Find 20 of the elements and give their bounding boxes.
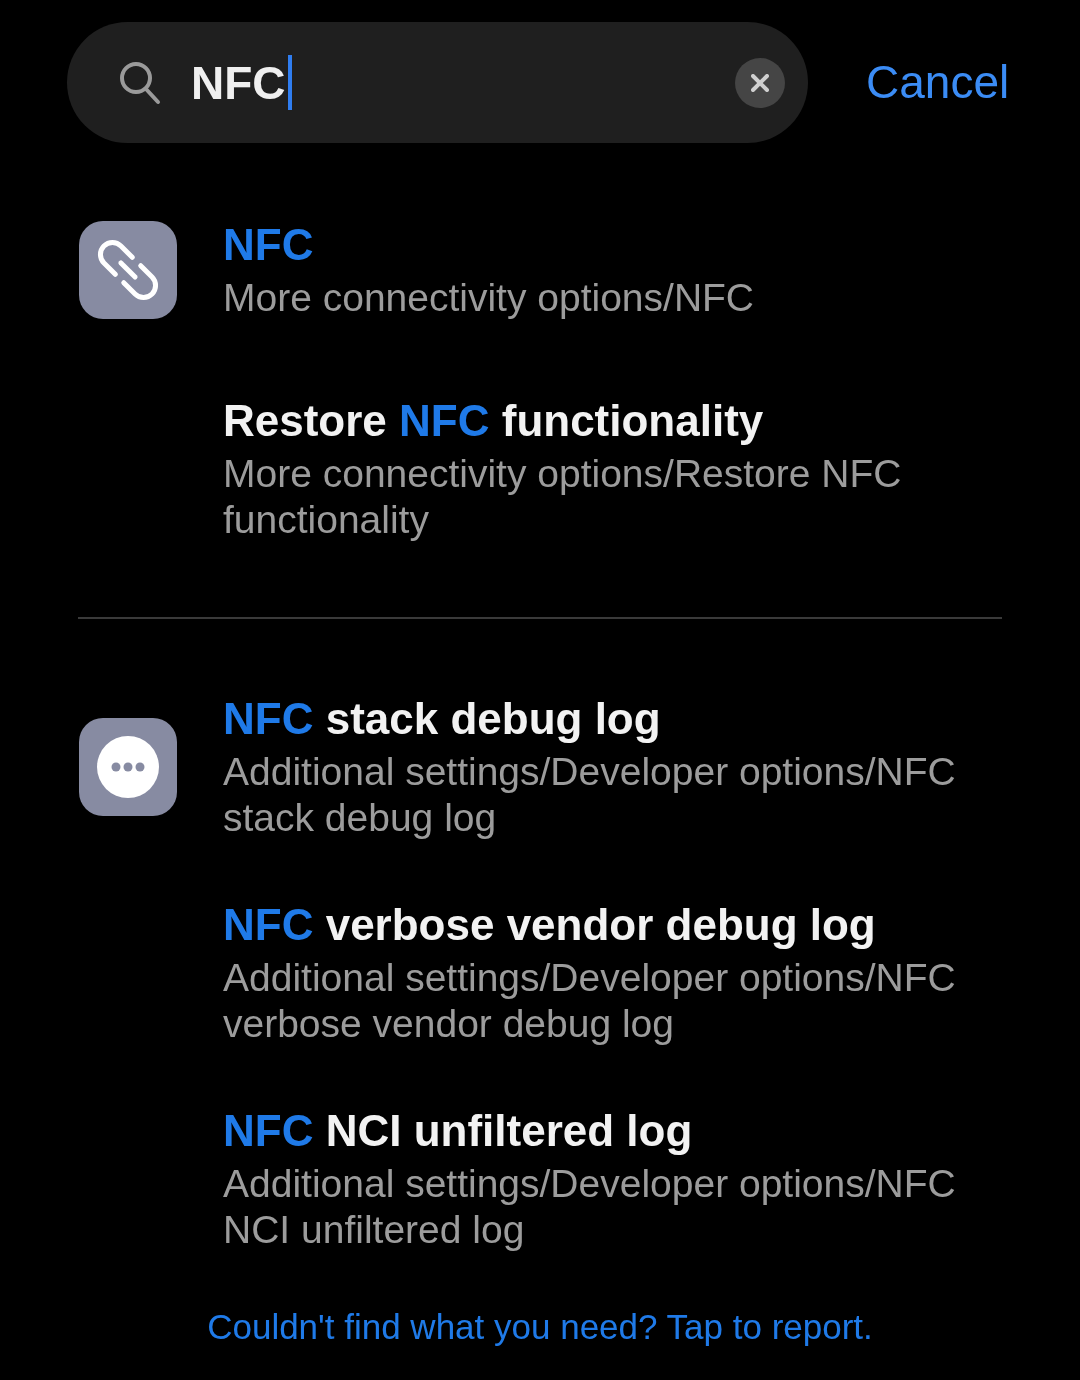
link-icon <box>79 221 177 319</box>
result-title[interactable]: Restore NFC functionality <box>223 395 1002 447</box>
search-input[interactable]: NFC <box>191 59 286 106</box>
result-title[interactable]: NFC stack debug log <box>223 693 1002 745</box>
result-title[interactable]: NFC verbose vendor debug log <box>223 899 1002 951</box>
cancel-button[interactable]: Cancel <box>866 54 1010 111</box>
result-path: Additional settings/Developer options/NFC verbose vendor debug log <box>223 955 957 1047</box>
result-path: More connectivity options/NFC <box>223 275 756 321</box>
close-icon <box>751 73 769 92</box>
result-path: Additional settings/Developer options/NFC stack debug log <box>223 749 957 841</box>
cursor-icon <box>287 55 292 110</box>
result-path: More connectivity options/Restore NFC functionality <box>223 451 903 543</box>
result-title[interactable]: NFC <box>223 219 1002 271</box>
result-title[interactable]: NFC NCI unfiltered log <box>223 1105 1002 1157</box>
clear-button[interactable] <box>735 57 785 108</box>
more-icon <box>79 718 177 816</box>
report-link[interactable]: Couldn't find what you need? Tap to report. <box>207 1304 873 1350</box>
result-path: Additional settings/Developer options/NFC NCI unfiltered log <box>223 1161 957 1253</box>
search-bar[interactable]: NFC <box>67 22 808 143</box>
search-icon <box>119 60 161 105</box>
